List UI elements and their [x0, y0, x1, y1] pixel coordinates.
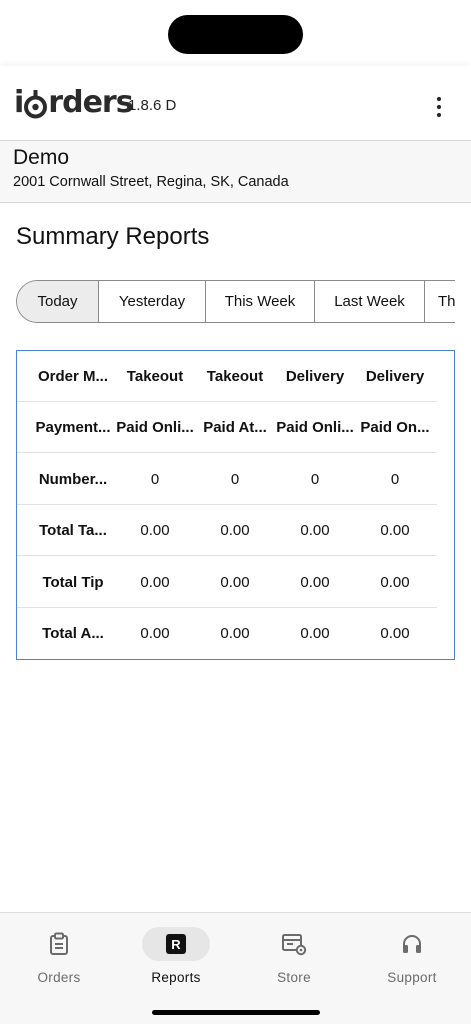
store-settings-icon	[260, 927, 328, 961]
nav-reports-label: Reports	[151, 970, 201, 985]
iorders-logo: i rders	[14, 85, 134, 120]
table-cell: 0.00	[380, 625, 410, 642]
table-row: Total Tip 0.00 0.00 0.00 0.00	[17, 557, 437, 608]
period-tab-today[interactable]: Today	[17, 281, 99, 322]
table-cell: 0.00	[220, 625, 250, 642]
table-header-row: Order M... Takeout Takeout Delivery Deli…	[17, 351, 437, 402]
table-cell: 0.00	[140, 521, 170, 539]
nav-store[interactable]: Store	[235, 927, 353, 987]
table-cell: 0.00	[140, 625, 170, 642]
headset-icon	[378, 927, 446, 961]
table-cell: 0.00	[220, 573, 250, 591]
table-cell: Order M...	[37, 367, 108, 385]
table-cell: 0.00	[380, 573, 410, 591]
table-cell: 0	[230, 470, 240, 488]
reports-r-icon: R	[142, 927, 210, 961]
page-title: Summary Reports	[16, 223, 210, 250]
table-cell: 0.00	[300, 573, 330, 591]
table-cell: Delivery	[365, 367, 425, 385]
nav-reports[interactable]: R Reports	[117, 927, 235, 987]
app-version: 1.8.6 D	[128, 97, 177, 114]
bottom-navigation: Orders R Reports Store Support	[0, 912, 471, 1024]
summary-table: Order M... Takeout Takeout Delivery Deli…	[16, 350, 455, 660]
table-cell: 0.00	[300, 625, 330, 642]
table-cell: Takeout	[206, 367, 264, 385]
table-cell: 0.00	[140, 573, 170, 591]
table-cell: Paid On...	[360, 418, 430, 436]
app-header: i rders 1.8.6 D	[0, 66, 471, 141]
period-tab-yesterday[interactable]: Yesterday	[99, 281, 206, 322]
store-info: Demo 2001 Cornwall Street, Regina, SK, C…	[0, 141, 471, 203]
table-cell: Total Tip	[42, 573, 104, 591]
table-row: Total Ta... 0.00 0.00 0.00 0.00	[17, 505, 437, 556]
table-cell: 0	[150, 470, 160, 488]
store-address: 2001 Cornwall Street, Regina, SK, Canada	[13, 174, 289, 190]
table-cell: Total A...	[42, 625, 104, 642]
logo-o-mark-icon	[24, 90, 48, 120]
table-cell: Payment...	[35, 418, 111, 436]
period-tab-last-week[interactable]: Last Week	[315, 281, 425, 322]
period-tab-this-week[interactable]: This Week	[206, 281, 315, 322]
table-cell: 0	[310, 470, 320, 488]
status-bar	[0, 0, 471, 66]
table-cell: Paid Onli...	[116, 418, 194, 436]
logo-prefix: i	[14, 85, 24, 120]
table-cell: 0.00	[300, 521, 330, 539]
table-cell: 0.00	[380, 521, 410, 539]
table-row: Total A... 0.00 0.00 0.00 0.00	[17, 608, 437, 659]
table-cell: Number...	[38, 470, 108, 488]
dynamic-island	[168, 15, 303, 54]
nav-support[interactable]: Support	[353, 927, 471, 987]
store-name: Demo	[13, 146, 70, 169]
table-cell: Total Ta...	[39, 521, 107, 539]
more-vertical-icon[interactable]	[427, 95, 451, 119]
home-indicator	[152, 1010, 320, 1015]
table-cell: 0.00	[220, 521, 250, 539]
nav-orders-label: Orders	[37, 970, 81, 985]
nav-store-label: Store	[277, 970, 311, 985]
table-cell: Delivery	[285, 367, 345, 385]
table-row: Payment... Paid Onli... Paid At... Paid …	[17, 402, 437, 453]
nav-orders[interactable]: Orders	[0, 927, 118, 987]
period-tab-this-month-partial[interactable]: Th	[425, 281, 455, 322]
table-cell: Takeout	[126, 367, 184, 385]
nav-support-label: Support	[387, 970, 437, 985]
logo-suffix: rders	[48, 85, 133, 120]
period-selector: Today Yesterday This Week Last Week Th	[16, 280, 455, 323]
table-row: Number... 0 0 0 0	[17, 454, 437, 505]
table-cell: 0	[390, 470, 400, 488]
table-cell: Paid Onli...	[276, 418, 354, 436]
table-cell: Paid At...	[203, 418, 267, 436]
clipboard-icon	[25, 927, 93, 961]
app-screen: i rders 1.8.6 D Demo 2001 Cornwall Stree…	[0, 0, 471, 1024]
svg-text:R: R	[171, 937, 181, 952]
